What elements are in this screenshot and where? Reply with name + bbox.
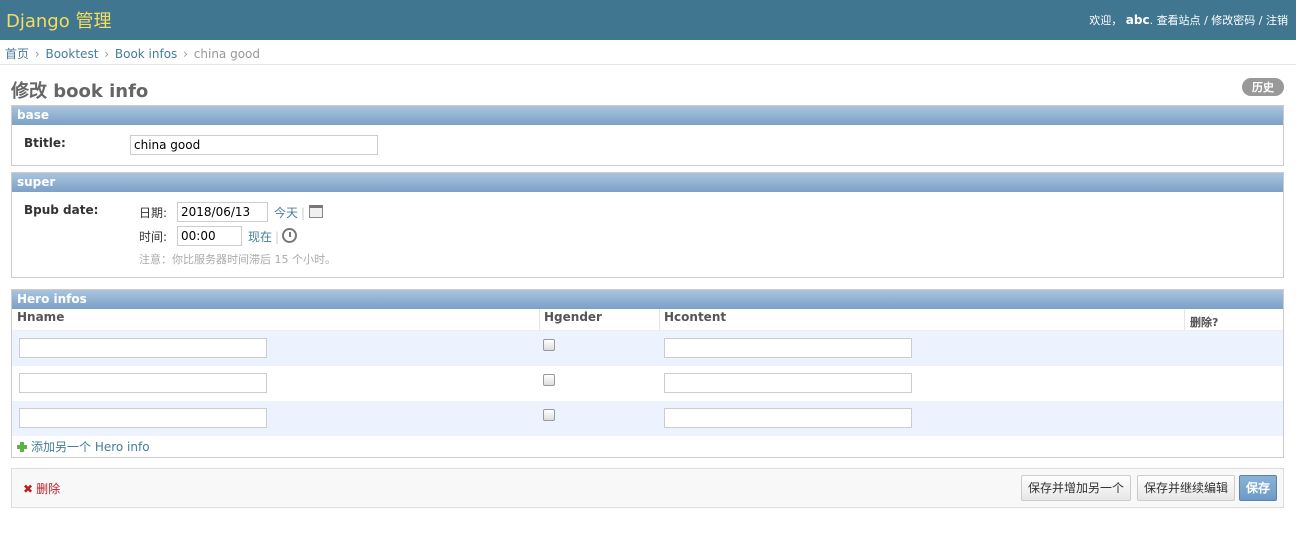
date-label: 日期: xyxy=(139,206,168,220)
fieldset-super: super Bpub date: 日期: 今天| 时间: 现在| 注意：你比服务… xyxy=(11,172,1284,278)
clock-icon[interactable] xyxy=(282,228,297,243)
time-input[interactable] xyxy=(177,226,242,246)
date-input[interactable] xyxy=(177,202,268,222)
save-button[interactable]: 保存 xyxy=(1239,475,1278,501)
today-link[interactable]: 今天 xyxy=(274,206,298,220)
welcome-text: 欢迎， xyxy=(1089,14,1123,27)
shortcut-separator: | xyxy=(275,230,280,244)
user-tools-separator: / xyxy=(1258,14,1263,27)
column-divider xyxy=(659,309,660,330)
column-header-hgender: Hgender xyxy=(544,310,602,324)
hname-input[interactable] xyxy=(19,373,267,393)
hgender-checkbox[interactable] xyxy=(543,409,555,421)
breadcrumb-home[interactable]: 首页 xyxy=(5,47,29,61)
save-add-another-button[interactable]: 保存并增加另一个 xyxy=(1021,475,1132,501)
plus-icon xyxy=(17,442,27,452)
bpub-date-label: Bpub date: xyxy=(24,203,99,217)
today-shortcut: 今天 | xyxy=(274,204,305,221)
hcontent-input[interactable] xyxy=(664,338,912,358)
calendar-icon[interactable] xyxy=(309,205,323,218)
history-button[interactable]: 历史 xyxy=(1242,78,1284,96)
delete-label: 删除 xyxy=(36,482,61,496)
hname-input[interactable] xyxy=(19,408,267,428)
user-tools: 欢迎， abc. 查看站点 / 修改密码 / 注销 xyxy=(1089,13,1288,27)
user-tools-separator: / xyxy=(1204,14,1208,27)
fieldset-super-heading: super xyxy=(12,173,1283,192)
hcontent-input[interactable] xyxy=(664,373,912,393)
btitle-input[interactable] xyxy=(130,135,378,155)
fieldset-hero-infos: Hero infos Hname Hgender Hcontent 删除? 添加… xyxy=(11,289,1284,458)
breadcrumb-current: china good xyxy=(193,47,261,61)
column-header-hname: Hname xyxy=(17,310,65,324)
table-row xyxy=(12,366,1283,401)
time-label: 时间: xyxy=(139,230,168,244)
delete-link[interactable]: ✖ 删除 xyxy=(23,480,60,497)
column-divider xyxy=(1184,309,1185,330)
shortcut-separator: | xyxy=(301,206,306,220)
add-hero-info-label: 添加另一个 Hero info xyxy=(31,440,150,454)
now-shortcut: 现在 | xyxy=(248,228,279,245)
timezone-warning: 注意：你比服务器时间滞后 15 个小时。 xyxy=(139,253,336,266)
fieldset-hero-heading: Hero infos xyxy=(12,290,1283,309)
view-site-link[interactable]: 查看站点 xyxy=(1157,14,1201,27)
btitle-label: Btitle: xyxy=(24,136,66,150)
submit-row: ✖ 删除 保存并增加另一个 保存并继续编辑 保存 xyxy=(11,468,1284,508)
breadcrumb-separator: › xyxy=(34,47,40,61)
now-link[interactable]: 现在 xyxy=(248,230,272,244)
table-row xyxy=(12,331,1283,366)
hname-input[interactable] xyxy=(19,338,267,358)
site-branding[interactable]: Django 管理 xyxy=(6,7,111,33)
add-hero-info-link[interactable]: 添加另一个 Hero info xyxy=(17,438,150,455)
delete-icon: ✖ xyxy=(23,482,34,496)
save-continue-button[interactable]: 保存并继续编辑 xyxy=(1137,475,1236,501)
breadcrumb-model[interactable]: Book infos xyxy=(115,47,177,61)
page-title: 修改 book info xyxy=(11,81,149,102)
column-divider xyxy=(539,309,540,330)
username: abc xyxy=(1125,13,1150,27)
hcontent-input[interactable] xyxy=(664,408,912,428)
header: Django 管理 欢迎， abc. 查看站点 / 修改密码 / 注销 xyxy=(0,0,1296,40)
logout-link[interactable]: 注销 xyxy=(1266,14,1288,27)
column-header-hcontent: Hcontent xyxy=(664,310,727,324)
breadcrumb-separator: › xyxy=(183,47,188,61)
column-header-delete: 删除? xyxy=(1190,316,1219,329)
change-password-link[interactable]: 修改密码 xyxy=(1211,14,1255,27)
breadcrumb: 首页 › Booktest › Book infos › china good xyxy=(0,40,1296,65)
fieldset-base-heading: base xyxy=(12,106,1283,125)
breadcrumb-app[interactable]: Booktest xyxy=(45,47,98,61)
hgender-checkbox[interactable] xyxy=(543,339,555,351)
breadcrumb-separator: › xyxy=(104,47,110,61)
hgender-checkbox[interactable] xyxy=(543,374,555,386)
table-row xyxy=(12,401,1283,436)
fieldset-base: base Btitle: xyxy=(11,105,1284,166)
